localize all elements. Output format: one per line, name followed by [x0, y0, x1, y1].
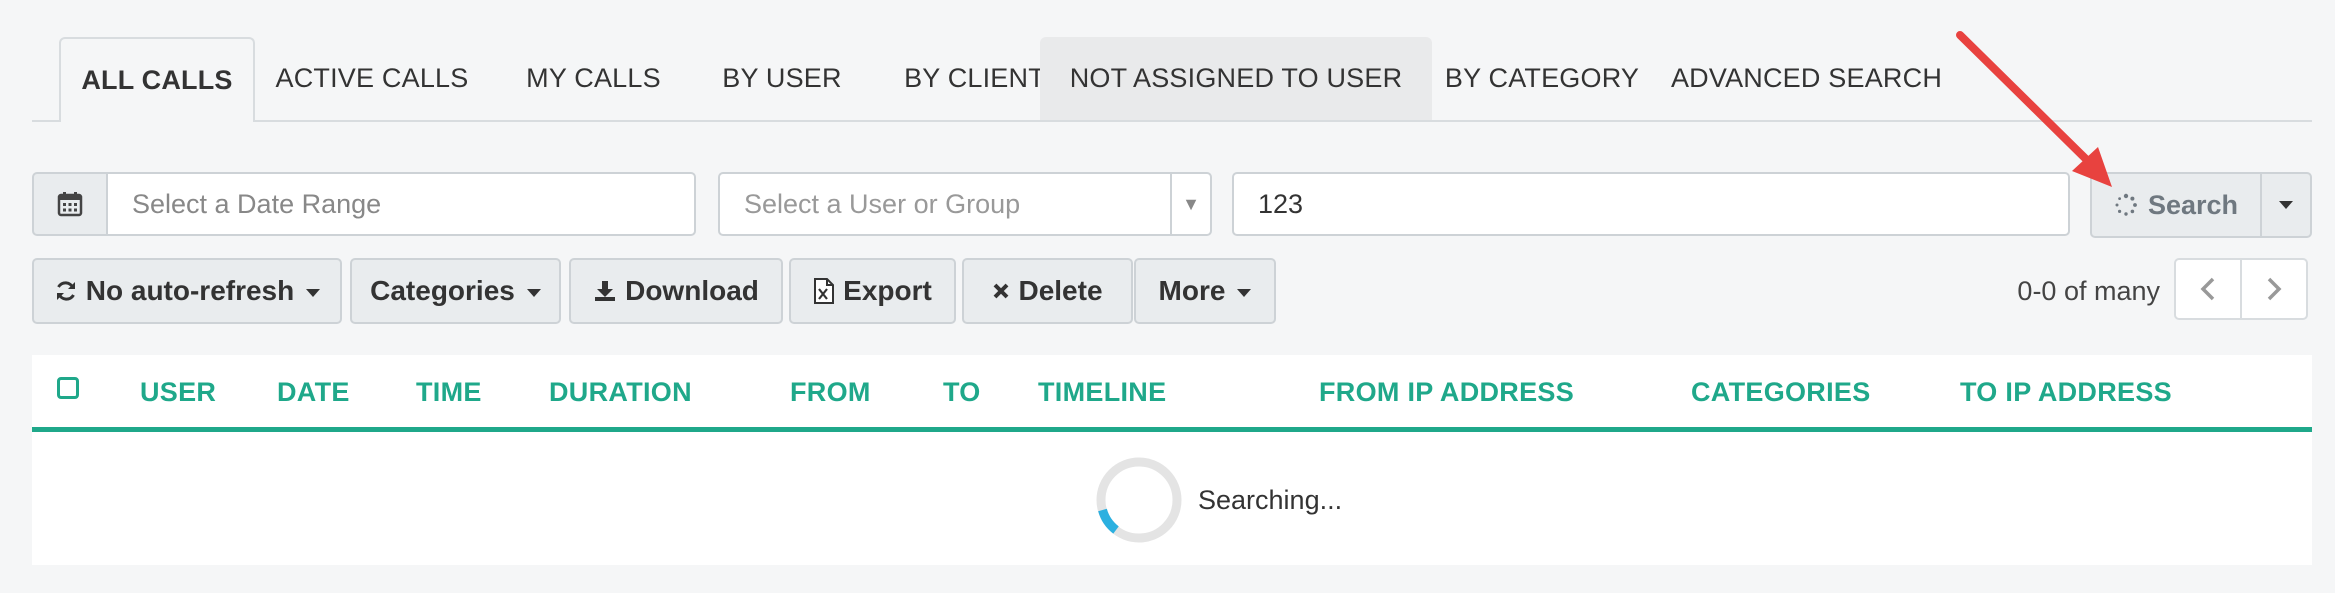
caret-down-icon	[1237, 288, 1252, 297]
tab-by-category[interactable]: BY CATEGORY	[1432, 37, 1652, 120]
search-options-toggle[interactable]	[2260, 172, 2312, 238]
chevron-down-icon[interactable]: ▼	[1170, 174, 1210, 234]
loading-indicator: Searching...	[1094, 455, 1342, 545]
categories-label: Categories	[370, 275, 515, 306]
auto-refresh-label: No auto-refresh	[85, 275, 295, 306]
caret-down-icon	[306, 288, 321, 297]
categories-button[interactable]: Categories	[350, 258, 561, 324]
tab-advanced-search[interactable]: ADVANCED SEARCH	[1664, 37, 1949, 120]
date-range-addon[interactable]	[32, 172, 108, 236]
column-header-time[interactable]: TIME	[416, 377, 482, 408]
tab-active-calls[interactable]: ACTIVE CALLS	[272, 37, 472, 120]
column-header-from[interactable]: FROM	[790, 377, 871, 408]
more-label: More	[1158, 275, 1226, 306]
search-button-label: Search	[2147, 189, 2239, 220]
annotation-arrow-icon	[1956, 31, 2112, 187]
refresh-icon	[56, 281, 75, 301]
next-page-button[interactable]	[2240, 258, 2308, 320]
delete-label: Delete	[1018, 275, 1103, 306]
delete-button[interactable]: Delete	[962, 258, 1133, 324]
column-header-from-ip-address[interactable]: FROM IP ADDRESS	[1319, 377, 1574, 408]
column-header-date[interactable]: DATE	[277, 377, 350, 408]
close-icon	[994, 283, 1009, 299]
column-header-timeline[interactable]: TIMELINE	[1038, 377, 1166, 408]
tab-all-calls[interactable]: ALL CALLS	[59, 37, 255, 122]
auto-refresh-button[interactable]: No auto-refresh	[32, 258, 342, 324]
pager-summary: 0-0 of many	[2017, 275, 2160, 306]
more-button[interactable]: More	[1134, 258, 1276, 324]
tab-my-calls[interactable]: MY CALLS	[506, 37, 681, 120]
table-header: USER DATE TIME DURATION FROM TO TIMELINE…	[32, 355, 2312, 432]
previous-page-button[interactable]	[2174, 258, 2242, 320]
download-button[interactable]: Download	[569, 258, 783, 324]
download-icon	[595, 281, 616, 301]
chevron-left-icon	[2200, 277, 2215, 301]
download-label: Download	[625, 275, 759, 306]
caret-down-icon	[526, 288, 541, 297]
export-label: Export	[843, 275, 932, 306]
loading-text: Searching...	[1198, 484, 1343, 515]
column-header-duration[interactable]: DURATION	[549, 377, 692, 408]
calendar-icon	[57, 192, 83, 217]
date-range-input[interactable]: Select a Date Range	[106, 172, 696, 236]
user-group-placeholder: Select a User or Group	[744, 188, 1021, 219]
export-button[interactable]: Export	[789, 258, 956, 324]
loading-spinner-icon	[1096, 457, 1182, 543]
tab-not-assigned-to-user[interactable]: NOT ASSIGNED TO USER	[1040, 37, 1432, 120]
column-header-user[interactable]: USER	[140, 377, 216, 408]
chevron-right-icon	[2267, 277, 2282, 301]
column-header-categories[interactable]: CATEGORIES	[1691, 377, 1871, 408]
excel-file-icon	[814, 278, 835, 304]
caret-down-icon	[2279, 201, 2293, 209]
tab-by-user[interactable]: BY USER	[702, 37, 862, 120]
select-all-checkbox[interactable]	[57, 377, 79, 399]
calls-table: USER DATE TIME DURATION FROM TO TIMELINE…	[32, 355, 2312, 565]
column-header-to[interactable]: TO	[943, 377, 981, 408]
user-group-select[interactable]: Select a User or Group ▼	[718, 172, 1212, 236]
column-header-to-ip-address[interactable]: TO IP ADDRESS	[1960, 377, 2172, 408]
